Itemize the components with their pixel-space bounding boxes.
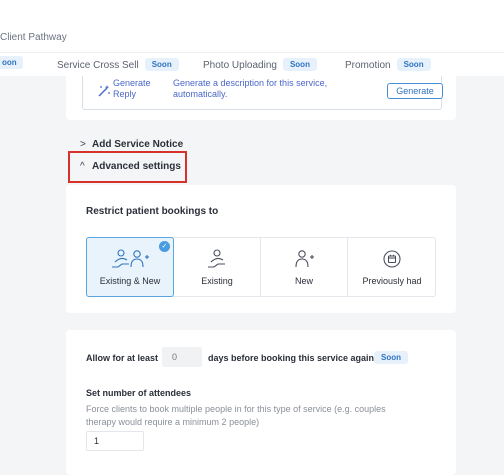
add-service-notice-label: Add Service Notice (92, 139, 184, 150)
magic-wand-icon (98, 85, 110, 97)
option-existing[interactable]: Existing (174, 238, 261, 296)
rebooking-days-input[interactable] (162, 347, 202, 367)
soon-badge: Soon (282, 58, 317, 71)
calendar-history-icon (383, 250, 401, 268)
soon-badge: Soon (374, 351, 408, 364)
restrict-bookings-card: Restrict patient bookings to ✓ Existing … (66, 185, 456, 313)
tab-service-cross-sell[interactable]: Service Cross Sell Soon (57, 58, 179, 71)
soon-badge: Soon (144, 58, 179, 71)
generate-reply-label[interactable]: Generate Reply (113, 78, 169, 100)
new-client-icon (295, 250, 314, 268)
tab-label: Photo Uploading (203, 60, 277, 71)
advanced-settings-toggle[interactable]: ^ Advanced settings (80, 161, 181, 172)
option-label: Existing & New (99, 276, 161, 286)
check-icon: ✓ (159, 241, 170, 252)
option-previously-had[interactable]: Previously had (348, 238, 436, 296)
top-header: Client Pathway oon Service Cross Sell Soo… (0, 0, 504, 76)
chevron-up-icon: ^ (80, 161, 85, 172)
tab-label: Service Cross Sell (57, 60, 139, 71)
rebooking-suffix: days before booking this service again (208, 353, 375, 363)
feature-tabs: oon Service Cross Sell Soon Photo Uploadi… (0, 52, 504, 76)
generate-reply-panel: Generate Reply Generate a description fo… (82, 76, 443, 110)
booking-settings-card: Allow for at least days before booking t… (66, 330, 456, 475)
attendees-title: Set number of attendees (86, 388, 192, 398)
restrict-bookings-title: Restrict patient bookings to (86, 206, 219, 217)
option-label: Existing (201, 276, 233, 286)
attendees-description: Force clients to book multiple people in… (86, 404, 386, 427)
chevron-right-icon: > (80, 139, 86, 150)
soon-badge: oon (0, 56, 23, 69)
option-new[interactable]: New (261, 238, 348, 296)
add-service-notice-toggle[interactable]: > Add Service Notice (80, 139, 183, 150)
booking-restriction-options: ✓ Existing & New Existing New Previously… (86, 237, 436, 297)
tab-photo-uploading[interactable]: Photo Uploading Soon (203, 58, 317, 71)
option-existing-and-new[interactable]: ✓ Existing & New (86, 237, 174, 297)
existing-and-new-icon (112, 249, 149, 268)
option-label: Previously had (362, 276, 422, 286)
existing-client-icon (208, 249, 225, 268)
attendees-input[interactable] (86, 431, 144, 451)
generate-reply-card: Generate Reply Generate a description fo… (66, 76, 456, 120)
rebooking-prefix: Allow for at least (86, 353, 159, 363)
advanced-settings-label: Advanced settings (92, 161, 181, 172)
option-label: New (294, 276, 313, 286)
tab-promotion[interactable]: Promotion Soon (345, 58, 431, 71)
soon-badge: Soon (396, 58, 431, 71)
breadcrumb-current[interactable]: Client Pathway (0, 32, 67, 43)
tab-label: Promotion (345, 60, 391, 71)
generate-reply-description: Generate a description for this service,… (173, 78, 328, 99)
generate-button[interactable]: Generate (387, 83, 443, 99)
